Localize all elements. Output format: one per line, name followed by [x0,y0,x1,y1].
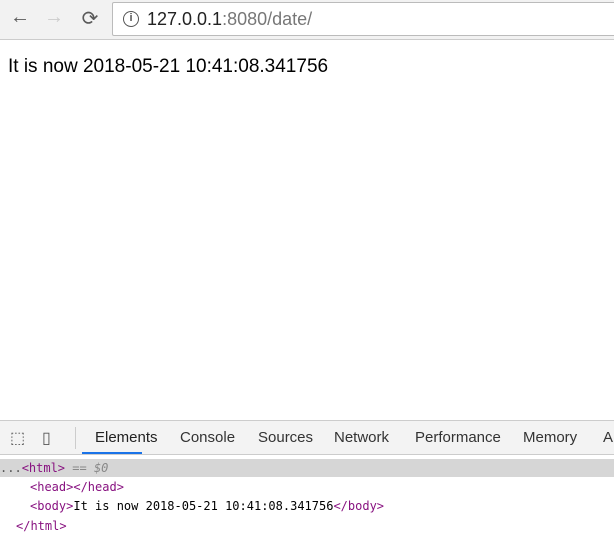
body-text: It is now 2018-05-21 10:41:08.341756 [73,499,334,513]
ellipsis[interactable]: ... [0,461,22,475]
back-button[interactable]: ← [8,6,32,29]
tab-elements[interactable]: Elements [95,429,158,446]
body-close-tag: </body> [333,499,385,513]
selected-node-html[interactable]: ...<html> == $0 [0,459,614,477]
body-open-tag: <body> [30,499,74,513]
node-html-close[interactable]: </html> [0,516,614,536]
info-icon[interactable]: i [123,11,139,27]
url-path: :8080/date/ [222,9,313,29]
address-bar[interactable]: i 127.0.0.1:8080/date/ [112,2,614,36]
forward-button[interactable]: → [42,6,66,29]
reload-button[interactable]: ⟳ [78,6,102,31]
browser-toolbar: ← → ⟳ i 127.0.0.1:8080/date/ [0,0,614,40]
inspect-element-icon[interactable]: ⬚ [10,428,25,448]
tab-overflow[interactable]: A [603,429,613,446]
page-text: It is now 2018-05-21 10:41:08.341756 [8,56,329,77]
active-tab-indicator [82,452,142,454]
node-body[interactable]: <body>It is now 2018-05-21 10:41:08.3417… [0,496,614,516]
url-host: 127.0.0.1 [147,9,223,29]
node-head[interactable]: <head></head> [0,477,614,497]
tab-sources[interactable]: Sources [258,429,313,446]
tab-network[interactable]: Network [334,429,389,446]
devtools-panel: ⬚ ▯ Elements Console Sources Network Per… [0,420,614,546]
divider [75,427,76,449]
url-text: 127.0.0.1:8080/date/ [147,9,312,30]
tab-performance[interactable]: Performance [415,429,501,446]
tab-memory[interactable]: Memory [523,429,577,446]
selected-marker: == $0 [72,461,109,475]
tab-console[interactable]: Console [180,429,235,446]
html-tag[interactable]: <html> [22,461,65,475]
devtools-tabbar: ⬚ ▯ Elements Console Sources Network Per… [0,421,614,455]
device-toolbar-icon[interactable]: ▯ [42,428,51,448]
